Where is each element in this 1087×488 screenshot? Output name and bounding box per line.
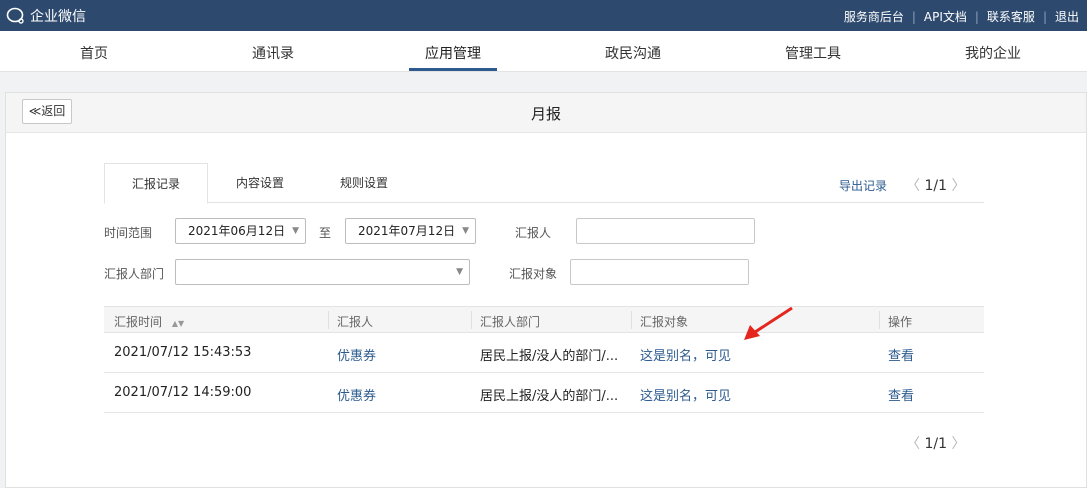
view-button[interactable]: 查看: [888, 385, 914, 404]
divider: |: [911, 9, 916, 24]
tab-report-records[interactable]: 汇报记录: [104, 163, 208, 204]
divider: |: [974, 9, 979, 24]
top-pager: 〈 1/1 〉: [906, 175, 965, 195]
row-target-link[interactable]: 这是别名，可见: [640, 345, 731, 364]
nav-active-indicator: [409, 68, 497, 71]
end-date-value: 2021年07月12日: [358, 224, 456, 238]
start-date-select[interactable]: 2021年06月12日 ▼: [175, 218, 306, 244]
reporter-label: 汇报人: [515, 226, 552, 240]
table-row: 2021/07/12 15:43:53 优惠券 居民上报/没人的部门/... 这…: [104, 333, 984, 373]
reporter-input[interactable]: [576, 218, 755, 244]
divider: [471, 311, 472, 329]
page-indicator: 1/1: [924, 436, 947, 452]
nav-item-contacts[interactable]: 通讯录: [213, 43, 333, 63]
report-panel: ≪返回 月报 汇报记录 内容设置 规则设置 导出记录 〈 1/1 〉 时间范围 …: [5, 92, 1087, 488]
divider: [328, 311, 329, 329]
divider: [879, 311, 880, 329]
divider: [631, 311, 632, 329]
top-link-logout[interactable]: 退出: [1055, 8, 1079, 25]
chevron-right-icon[interactable]: 〉: [951, 433, 965, 453]
target-input[interactable]: [570, 259, 749, 285]
dropdown-arrow-icon: ▼: [292, 226, 299, 236]
row-department: 居民上报/没人的部门/...: [480, 389, 619, 404]
start-date-value: 2021年06月12日: [188, 224, 286, 238]
export-records-link[interactable]: 导出记录: [839, 177, 887, 194]
column-header-department: 汇报人部门: [480, 315, 541, 329]
divider: |: [1042, 9, 1047, 24]
top-link-api-docs[interactable]: API文档: [924, 8, 967, 25]
top-link-service[interactable]: 服务商后台: [844, 8, 904, 25]
bottom-pager: 〈 1/1 〉: [906, 433, 965, 453]
nav-item-home[interactable]: 首页: [34, 43, 154, 63]
top-links: 服务商后台 | API文档 | 联系客服 | 退出: [844, 8, 1079, 25]
nav-item-apps[interactable]: 应用管理: [393, 43, 513, 63]
end-date-select[interactable]: 2021年07月12日 ▼: [345, 218, 476, 244]
top-bar: 企业微信 服务商后台 | API文档 | 联系客服 | 退出: [0, 0, 1087, 31]
to-label: 至: [319, 226, 332, 240]
row-department: 居民上报/没人的部门/...: [480, 349, 619, 364]
row-target-link[interactable]: 这是别名，可见: [640, 385, 731, 404]
sort-icon[interactable]: ▲▼: [172, 319, 184, 328]
top-link-support[interactable]: 联系客服: [987, 8, 1035, 25]
tab-content-settings[interactable]: 内容设置: [208, 163, 312, 203]
column-header-target: 汇报对象: [640, 315, 689, 329]
page-title: 月报: [530, 105, 561, 123]
nav-item-tools[interactable]: 管理工具: [753, 43, 873, 63]
row-time: 2021/07/12 14:59:00: [114, 385, 252, 400]
time-range-label: 时间范围: [104, 226, 153, 240]
logo-text: 企业微信: [30, 9, 86, 25]
panel-header: ≪返回 月报: [6, 93, 1086, 133]
view-button[interactable]: 查看: [888, 345, 914, 364]
chevron-right-icon[interactable]: 〉: [951, 175, 965, 195]
chevron-left-icon[interactable]: 〈: [906, 175, 920, 195]
column-header-time-label: 汇报时间: [114, 315, 163, 329]
row-reporter-link[interactable]: 优惠券: [337, 345, 376, 364]
department-select[interactable]: ▼: [175, 259, 470, 285]
table-header: 汇报时间 ▲▼ 汇报人 汇报人部门 汇报对象 操作: [104, 306, 984, 333]
annotation-arrow-icon: [744, 306, 793, 340]
column-header-action: 操作: [888, 315, 913, 329]
column-header-reporter: 汇报人: [337, 315, 374, 329]
column-header-time[interactable]: 汇报时间 ▲▼: [114, 313, 184, 330]
table-row: 2021/07/12 14:59:00 优惠券 居民上报/没人的部门/... 这…: [104, 373, 984, 413]
department-label: 汇报人部门: [104, 267, 165, 281]
wecom-logo-icon: [6, 7, 24, 24]
main-nav: 首页 通讯录 应用管理 政民沟通 管理工具 我的企业: [0, 31, 1087, 72]
tab-rule-settings[interactable]: 规则设置: [312, 163, 416, 203]
target-label: 汇报对象: [509, 267, 558, 281]
row-time: 2021/07/12 15:43:53: [114, 345, 252, 360]
page-indicator: 1/1: [924, 178, 947, 194]
nav-item-my-company[interactable]: 我的企业: [933, 43, 1053, 63]
dropdown-arrow-icon: ▼: [462, 226, 469, 236]
dropdown-arrow-icon: ▼: [456, 267, 463, 277]
nav-item-government[interactable]: 政民沟通: [573, 43, 693, 63]
row-reporter-link[interactable]: 优惠券: [337, 385, 376, 404]
chevron-left-icon[interactable]: 〈: [906, 433, 920, 453]
logo[interactable]: 企业微信: [6, 6, 86, 26]
